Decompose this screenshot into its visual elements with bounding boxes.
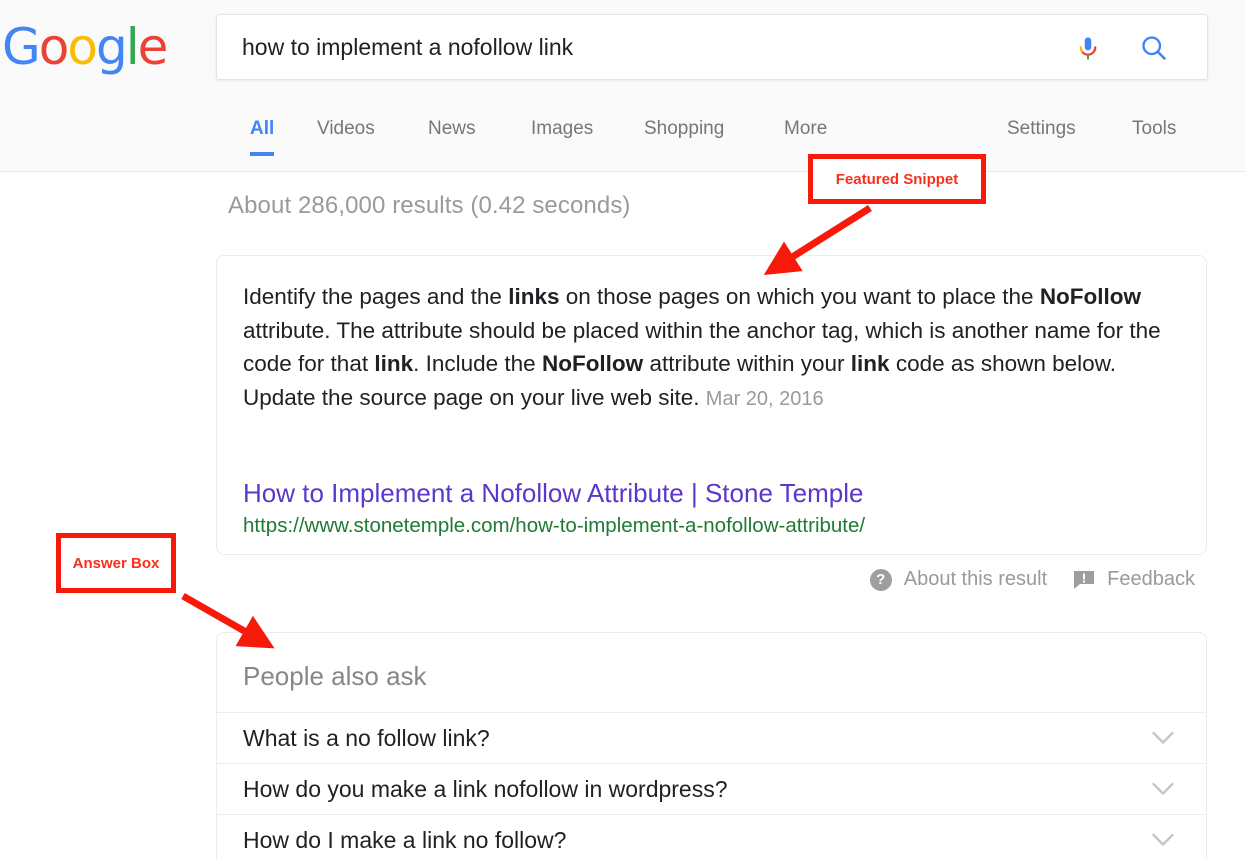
logo-letter-g2: g	[95, 18, 128, 76]
people-also-ask-list: What is a no follow link? How do you make…	[217, 712, 1206, 859]
chevron-down-icon[interactable]	[1152, 731, 1174, 745]
search-header: Google All Video	[0, 0, 1245, 172]
snippet-bold-term: NoFollow	[541, 351, 644, 376]
people-also-ask-question: What is a no follow link?	[243, 724, 490, 751]
logo-letter-o2: o	[67, 18, 98, 76]
snippet-plain-text: on those pages on which you want to plac…	[559, 284, 1040, 309]
tab-settings[interactable]: Settings	[1007, 118, 1076, 156]
active-tab-underline	[250, 152, 275, 156]
feedback-flag-icon	[1073, 570, 1095, 590]
tab-more[interactable]: More	[784, 118, 827, 156]
tab-tools[interactable]: Tools	[1132, 118, 1176, 156]
chevron-down-icon[interactable]	[1152, 833, 1174, 847]
logo-letter-l: l	[125, 18, 140, 76]
chevron-down-icon[interactable]	[1152, 782, 1174, 796]
about-this-result-button[interactable]: ? About this result	[869, 568, 1048, 591]
tab-label: Shopping	[644, 118, 725, 139]
search-tabs: All Videos News Images Shopping More Set…	[216, 118, 1216, 172]
tab-images[interactable]: Images	[531, 118, 593, 156]
annotation-featured-snippet: Featured Snippet	[808, 154, 986, 204]
people-also-ask-title: People also ask	[243, 661, 427, 691]
about-this-result-label: About this result	[903, 568, 1048, 590]
tab-label: Videos	[317, 118, 375, 139]
featured-snippet-card: Identify the pages and the links on thos…	[216, 255, 1207, 555]
microphone-icon[interactable]	[1073, 33, 1103, 63]
logo-letter-g1: G	[2, 18, 41, 76]
annotation-answer-box: Answer Box	[56, 533, 176, 593]
tab-news[interactable]: News	[428, 118, 476, 156]
google-serp-page: Google All Video	[0, 0, 1245, 859]
tab-label: All	[250, 118, 275, 139]
snippet-plain-text: Identify the pages and the	[243, 284, 509, 309]
logo-letter-e: e	[137, 18, 169, 76]
annotation-featured-snippet-label: Featured Snippet	[835, 170, 959, 188]
featured-snippet-text: Identify the pages and the links on thos…	[243, 280, 1169, 416]
results-count: About 286,000 results (0.42 seconds)	[228, 192, 631, 219]
people-also-ask-question: How do you make a link nofollow in wordp…	[243, 775, 728, 802]
search-input[interactable]	[242, 15, 1072, 79]
featured-snippet-url: https://www.stonetemple.com/how-to-imple…	[243, 514, 866, 537]
tab-videos[interactable]: Videos	[317, 118, 375, 156]
tab-label: Settings	[1007, 118, 1076, 139]
snippet-plain-text: . Include the	[413, 351, 542, 376]
feedback-button[interactable]: Feedback	[1073, 568, 1195, 591]
people-also-ask-card: People also ask What is a no follow link…	[216, 632, 1207, 859]
snippet-body: Identify the pages and the links on thos…	[243, 284, 1161, 410]
google-logo[interactable]: Google	[2, 18, 169, 76]
snippet-bold-term: link	[850, 351, 890, 376]
snippet-date: Mar 20, 2016	[705, 387, 824, 410]
annotation-answer-box-label: Answer Box	[72, 554, 160, 572]
people-also-ask-question: How do I make a link no follow?	[243, 826, 567, 853]
tab-all[interactable]: All	[250, 118, 275, 156]
featured-snippet-title-link[interactable]: How to Implement a Nofollow Attribute | …	[243, 478, 863, 509]
feedback-label: Feedback	[1107, 568, 1195, 590]
question-mark-icon: ?	[869, 568, 892, 591]
tab-label: Images	[531, 118, 594, 139]
tab-shopping[interactable]: Shopping	[644, 118, 724, 156]
search-icon[interactable]	[1139, 33, 1169, 63]
logo-letter-o1: o	[38, 18, 70, 76]
search-bar[interactable]	[216, 14, 1208, 80]
snippet-plain-text: attribute within your	[643, 351, 851, 376]
tab-label: News	[428, 118, 476, 139]
result-meta-row: ? About this result Feedback	[869, 568, 1195, 591]
snippet-bold-term: NoFollow	[1039, 284, 1142, 309]
snippet-bold-term: links	[508, 284, 560, 309]
people-also-ask-row[interactable]: What is a no follow link?	[217, 712, 1206, 763]
tab-label: More	[784, 118, 828, 139]
tab-label: Tools	[1132, 118, 1177, 139]
snippet-bold-term: link	[374, 351, 414, 376]
people-also-ask-row[interactable]: How do I make a link no follow?	[217, 814, 1206, 859]
people-also-ask-row[interactable]: How do you make a link nofollow in wordp…	[217, 763, 1206, 814]
